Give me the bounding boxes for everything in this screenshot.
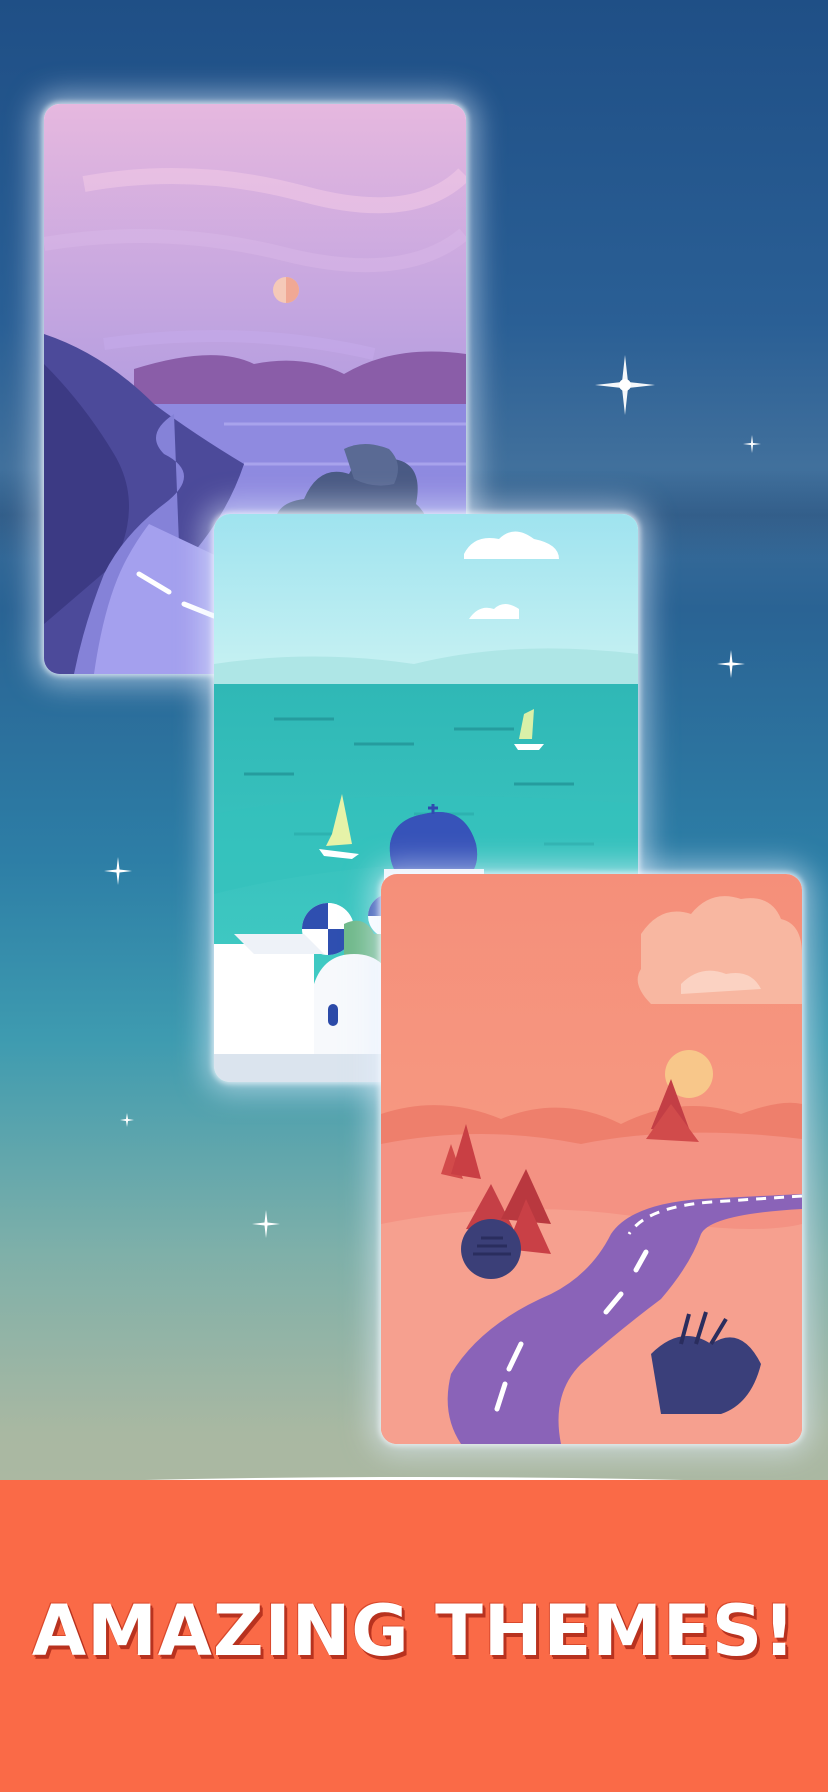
theme-card-desert-sunset[interactable] [381, 874, 802, 1444]
sparkle-icon [595, 355, 655, 415]
sparkle-icon [743, 435, 761, 453]
sparkle-icon [104, 857, 132, 885]
sparkle-icon [717, 650, 745, 678]
headline-text: AMAZING THEMES! [31, 1590, 797, 1672]
sparkle-icon [120, 1113, 134, 1127]
sparkle-icon [252, 1210, 280, 1238]
